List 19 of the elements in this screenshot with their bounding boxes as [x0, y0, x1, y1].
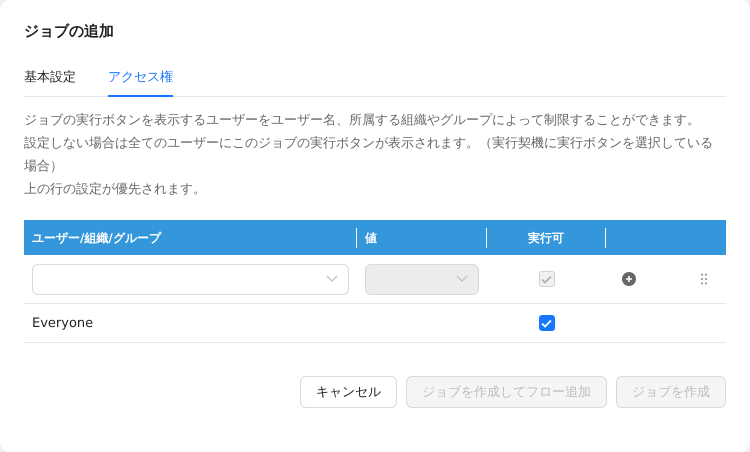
tab[interactable]: アクセス権 — [108, 64, 173, 97]
dialog-button[interactable]: キャンセル — [300, 376, 397, 408]
column-header: ユーザー/組織/グループ — [24, 228, 357, 248]
tab[interactable]: 基本設定 — [24, 64, 76, 97]
dialog-title: ジョブの追加 — [24, 22, 115, 42]
chevron-down-icon — [456, 275, 468, 283]
chevron-down-icon — [326, 275, 338, 283]
add-icon[interactable] — [622, 272, 636, 286]
check-icon — [541, 318, 552, 328]
drag-handle-icon[interactable] — [701, 273, 707, 285]
check-icon — [541, 274, 552, 284]
select-field[interactable] — [32, 264, 349, 294]
column-header: 値 — [357, 228, 487, 248]
description-text: 設定しない場合は全てのユーザーにこのジョブの実行ボタンが表示されます。（実行契機に実行ボタンを選択している場合） — [24, 135, 714, 176]
description-text: ジョブの実行ボタンを表示するユーザーをユーザー名、所属する組織やグループによって制限することができます。 — [24, 112, 701, 130]
description-text: 上の行の設定が優先されます。 — [24, 181, 207, 199]
column-header: 実行可 — [487, 228, 606, 248]
table-cell-text: Everyone — [31, 316, 94, 330]
checkbox[interactable] — [538, 315, 554, 331]
